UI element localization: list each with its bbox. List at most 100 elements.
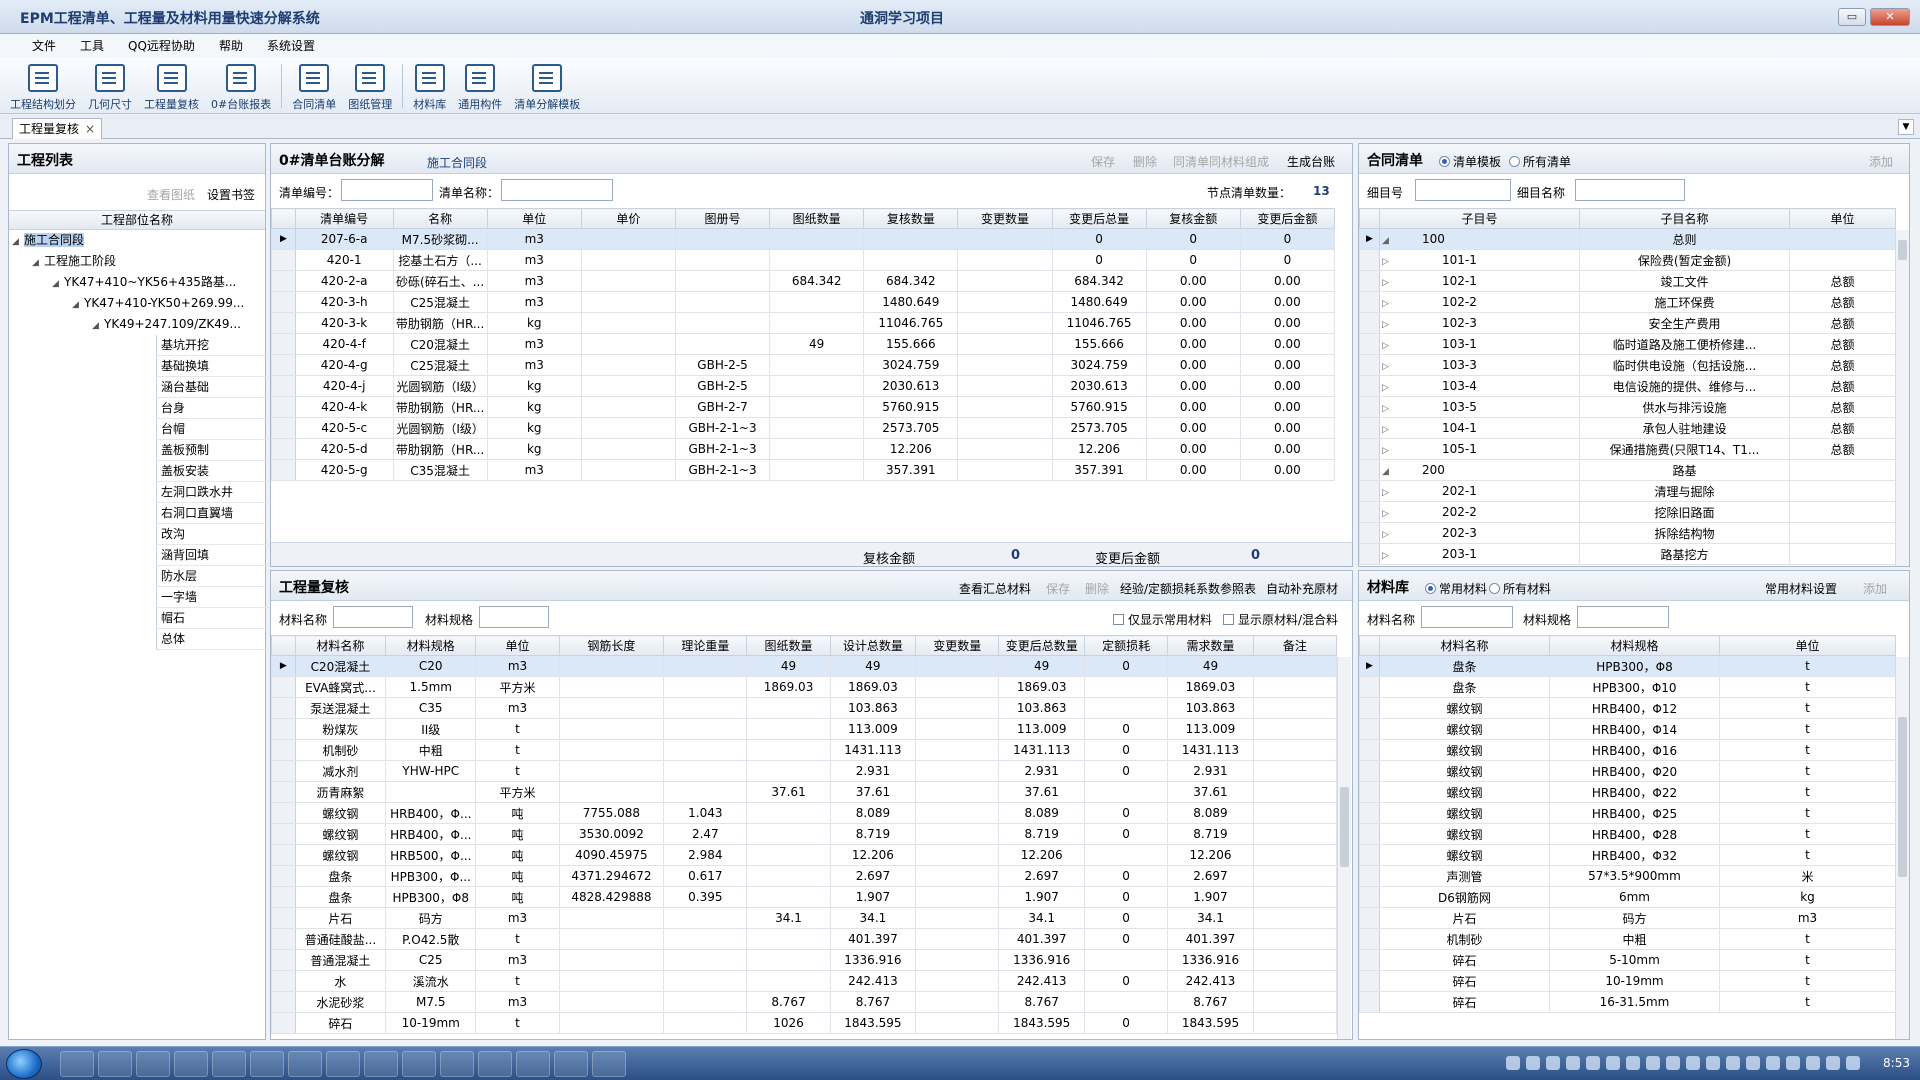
item-code-input[interactable] bbox=[1415, 179, 1511, 201]
menu-item-1[interactable]: 工具 bbox=[68, 34, 116, 58]
table-row[interactable]: 水溪流水 t 242.413 242.413 0 242.413 bbox=[271, 970, 1338, 992]
same-material-button[interactable]: 同清单同材料组成 bbox=[1173, 153, 1269, 170]
tab-close-icon[interactable]: × bbox=[85, 122, 95, 136]
taskbar-app-icon[interactable] bbox=[592, 1051, 626, 1077]
menu-item-2[interactable]: QQ远程协助 bbox=[116, 34, 207, 58]
table-row[interactable]: 420-3-h C25混凝土 m3 1480.649 1480.649 0.00 0.00 bbox=[271, 291, 1336, 313]
template-radio[interactable]: 清单模板 bbox=[1439, 153, 1501, 170]
table-row[interactable]: 盘条 HPB300，Φ10 t bbox=[1359, 676, 1896, 698]
table-row[interactable]: ▷ 104-1 承包人驻地建设 总额 bbox=[1359, 417, 1896, 439]
common-only-checkbox[interactable]: 仅显示常用材料 bbox=[1113, 611, 1212, 628]
taskbar-app-icon[interactable] bbox=[250, 1051, 284, 1077]
tree-leaf[interactable]: 盖板安装 bbox=[156, 461, 274, 482]
table-row[interactable]: ▷ 102-1 竣工文件 总额 bbox=[1359, 270, 1896, 292]
close-button[interactable]: ✕ bbox=[1870, 8, 1910, 26]
column-header[interactable]: 图纸数量 bbox=[769, 208, 865, 229]
tray-icon[interactable] bbox=[1766, 1056, 1780, 1070]
table-row[interactable]: 碎石 10-19mm t bbox=[1359, 970, 1896, 992]
tray-icon[interactable] bbox=[1786, 1056, 1800, 1070]
table-row[interactable]: ▷ 103-5 供水与排污设施 总额 bbox=[1359, 396, 1896, 418]
table-row[interactable]: 普通混凝土 C25 m3 1336.916 1336.916 1336.916 bbox=[271, 949, 1338, 971]
lib-material-input[interactable] bbox=[1421, 606, 1513, 628]
tray-icon[interactable] bbox=[1566, 1056, 1580, 1070]
tray-icon[interactable] bbox=[1666, 1056, 1680, 1070]
tray-icon[interactable] bbox=[1686, 1056, 1700, 1070]
lib-spec-input[interactable] bbox=[1577, 606, 1669, 628]
table-row[interactable]: 420-5-c 光圆钢筋（I级） kg GBH-2-1~3 2573.705 2573.7… bbox=[271, 417, 1336, 439]
tree-leaf[interactable]: 一字墙 bbox=[156, 587, 274, 608]
expand-toggle-icon[interactable]: ▷ bbox=[1382, 551, 1442, 561]
column-header[interactable]: 单价 bbox=[580, 208, 676, 229]
set-bookmark-button[interactable]: 设置书签 bbox=[207, 186, 255, 203]
expand-toggle-icon[interactable]: ▷ bbox=[1382, 299, 1442, 309]
expand-toggle-icon[interactable]: ◢ bbox=[92, 316, 104, 337]
table-row[interactable]: ▶ 盘条 HPB300，Φ8 t bbox=[1359, 655, 1896, 677]
column-header[interactable]: 需求数量 bbox=[1167, 635, 1254, 656]
material-name-input[interactable] bbox=[333, 606, 413, 628]
table-row[interactable]: ▷ 103-4 电信设施的提供、维修与... 总额 bbox=[1359, 375, 1896, 397]
ledger-save-button[interactable]: 保存 bbox=[1091, 153, 1115, 170]
column-header[interactable]: 材料规格 bbox=[1549, 635, 1720, 656]
tray-icon[interactable] bbox=[1806, 1056, 1820, 1070]
table-row[interactable]: 片石 码方 m3 34.1 34.1 34.1 0 34.1 bbox=[271, 907, 1338, 929]
table-row[interactable]: 420-4-j 光圆钢筋（I级） kg GBH-2-5 2030.613 2030.613… bbox=[271, 375, 1336, 397]
column-header[interactable]: 定额损耗 bbox=[1083, 635, 1169, 656]
column-header[interactable]: 复核金额 bbox=[1145, 208, 1241, 229]
table-row[interactable]: ▷ 203-1 路基挖方 bbox=[1359, 543, 1896, 565]
expand-toggle-icon[interactable]: ▷ bbox=[1382, 488, 1442, 498]
toolbar-button-2[interactable]: 工程量复核 bbox=[138, 58, 205, 114]
table-row[interactable]: 420-4-g C25混凝土 m3 GBH-2-5 3024.759 3024.759 0.… bbox=[271, 354, 1336, 376]
tree-node[interactable]: ◢ YK47+410~YK56+435路基... bbox=[10, 272, 266, 293]
tray-icon[interactable] bbox=[1506, 1056, 1520, 1070]
tree-leaf[interactable]: 基坑开挖 bbox=[156, 335, 274, 356]
column-header[interactable]: 图册号 bbox=[674, 208, 771, 229]
table-row[interactable]: 螺纹钢 HRB400，Φ28 t bbox=[1359, 823, 1896, 845]
table-row[interactable]: 螺纹钢 HRB500，Φ... 吨 4090.45975 2.984 12.206 12.2… bbox=[271, 844, 1338, 866]
toolbar-button-8[interactable]: 清单分解模板 bbox=[508, 58, 586, 114]
name-input[interactable] bbox=[501, 179, 613, 201]
table-row[interactable]: 盘条 HPB300，Φ... 吨 4371.294672 0.617 2.697 2.697… bbox=[271, 865, 1338, 887]
contract-add-button[interactable]: 添加 bbox=[1869, 153, 1893, 170]
table-row[interactable]: 减水剂 YHW-HPC t 2.931 2.931 0 2.931 bbox=[271, 760, 1338, 782]
expand-toggle-icon[interactable]: ▷ bbox=[1382, 446, 1442, 456]
tree-node[interactable]: ◢ YK49+247.109/ZK49... bbox=[10, 314, 266, 335]
column-header[interactable]: 材料规格 bbox=[385, 635, 477, 656]
column-header[interactable]: 图纸数量 bbox=[746, 635, 831, 656]
column-header[interactable]: 理论重量 bbox=[663, 635, 748, 656]
table-row[interactable]: 盘条 HPB300，Φ8 吨 4828.429888 0.395 1.907 1.907 0 1… bbox=[271, 886, 1338, 908]
table-row[interactable]: 螺纹钢 HRB400，Φ... 吨 3530.0092 2.47 8.719 8.719 0 8… bbox=[271, 823, 1338, 845]
table-row[interactable]: ▶ C20混凝土 C20 m3 49 49 49 0 49 bbox=[271, 655, 1338, 677]
menu-item-4[interactable]: 系统设置 bbox=[255, 34, 327, 58]
table-row[interactable]: ▶ 207-6-a M7.5砂浆砌... m3 0 0 0 bbox=[271, 228, 1336, 250]
expand-toggle-icon[interactable]: ▷ bbox=[1382, 509, 1442, 519]
show-raw-checkbox[interactable]: 显示原材料/混合料 bbox=[1223, 611, 1338, 628]
code-input[interactable] bbox=[341, 179, 433, 201]
taskbar-app-icon[interactable] bbox=[554, 1051, 588, 1077]
table-row[interactable]: 420-5-d 带肋钢筋（HR... kg GBH-2-1~3 12.206 12.206… bbox=[271, 438, 1336, 460]
taskbar-app-icon[interactable] bbox=[478, 1051, 512, 1077]
table-row[interactable]: 碎石 10-19mm t 1026 1843.595 1843.595 0 1843.595 bbox=[271, 1012, 1338, 1034]
view-drawing-button[interactable]: 查看图纸 bbox=[147, 186, 195, 203]
tab-quantity-review[interactable]: 工程量复核 × bbox=[12, 118, 103, 139]
menu-item-0[interactable]: 文件 bbox=[20, 34, 68, 58]
material-spec-input[interactable] bbox=[479, 606, 549, 628]
table-row[interactable]: 普通硅酸盐... P.O42.5散 t 401.397 401.397 0 401.397 bbox=[271, 928, 1338, 950]
tray-icon[interactable] bbox=[1586, 1056, 1600, 1070]
view-summary-button[interactable]: 查看汇总材料 bbox=[959, 580, 1031, 597]
table-row[interactable]: 水泥砂浆 M7.5 m3 8.767 8.767 8.767 8.767 bbox=[271, 991, 1338, 1013]
expand-toggle-icon[interactable]: ▷ bbox=[1382, 404, 1442, 414]
expand-toggle-icon[interactable]: ▷ bbox=[1382, 320, 1442, 330]
column-header[interactable]: 变更后总量 bbox=[1051, 208, 1147, 229]
tree-leaf[interactable]: 帽石 bbox=[156, 608, 274, 629]
expand-toggle-icon[interactable]: ◢ bbox=[1382, 236, 1422, 246]
taskbar-app-icon[interactable] bbox=[98, 1051, 132, 1077]
column-header[interactable]: 变更后金额 bbox=[1239, 208, 1336, 229]
auto-fill-button[interactable]: 自动补充原材 bbox=[1266, 580, 1338, 597]
tree-leaf[interactable]: 基础换填 bbox=[156, 356, 274, 377]
expand-toggle-icon[interactable]: ▷ bbox=[1382, 341, 1442, 351]
common-settings-button[interactable]: 常用材料设置 bbox=[1765, 580, 1837, 597]
tree-leaf[interactable]: 防水层 bbox=[156, 566, 274, 587]
expand-toggle-icon[interactable]: ◢ bbox=[32, 253, 44, 274]
table-row[interactable]: 螺纹钢 HRB400，Φ20 t bbox=[1359, 760, 1896, 782]
taskbar-app-icon[interactable] bbox=[364, 1051, 398, 1077]
